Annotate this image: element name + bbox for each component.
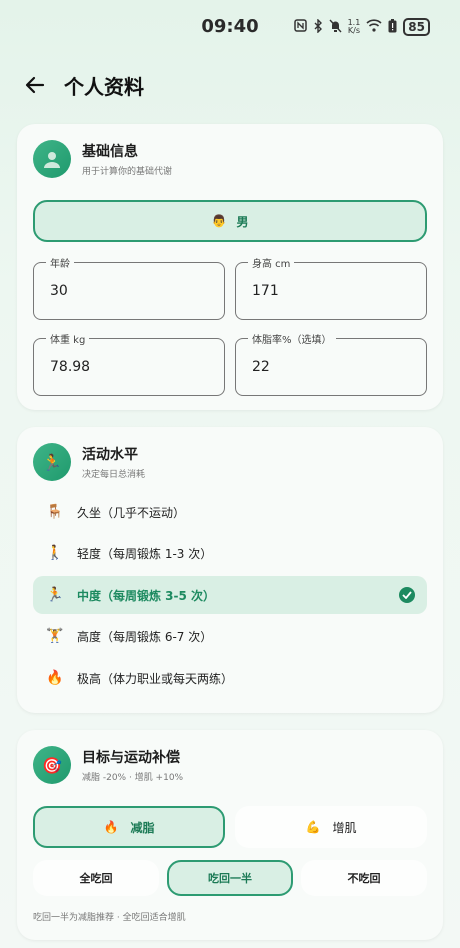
basic-info-title: 基础信息 (82, 144, 138, 160)
goal-option-label: 增肌 (332, 820, 357, 835)
age-field[interactable]: 年龄 30 (33, 255, 225, 320)
goal-note: 吃回一半为减脂推荐 · 全吃回适合增肌 (33, 913, 186, 923)
page-title: 个人资料 (64, 74, 144, 99)
height-value: 171 (252, 283, 279, 299)
basic-info-subtitle: 用于计算你的基础代谢 (82, 167, 173, 177)
network-speed: 1.1 K/s (347, 18, 361, 35)
back-button[interactable] (20, 70, 50, 100)
eat-back-all-button[interactable]: 全吃回 (33, 860, 159, 896)
target-icon: 🎯 (33, 746, 71, 784)
check-icon (399, 587, 415, 603)
activity-option-high[interactable]: 🏋 高度（每周锻炼 6-7 次） (33, 617, 427, 655)
battery-alert-icon (388, 18, 397, 36)
mute-bell-icon (329, 19, 342, 36)
goal-muscle-gain-button[interactable]: 💪 增肌 (235, 806, 427, 848)
basic-info-card: 基础信息 用于计算你的基础代谢 👨 男 年龄 30 身高 cm 171 体重 k… (17, 124, 443, 410)
goal-header: 🎯 目标与运动补偿 减脂 -20% · 增肌 +10% (33, 746, 183, 784)
activity-option-light[interactable]: 🚶 轻度（每周锻炼 1-3 次） (33, 534, 427, 572)
battery-level: 85 (403, 18, 430, 36)
person-icon (33, 140, 71, 178)
gender-label: 男 (236, 214, 249, 229)
basic-info-header: 基础信息 用于计算你的基础代谢 (33, 140, 172, 178)
weightlifting-icon: 🏋 (46, 628, 64, 644)
activity-option-label: 高度（每周锻炼 6-7 次） (77, 629, 213, 644)
activity-option-label: 久坐（几乎不运动） (77, 505, 186, 520)
eat-back-half-button[interactable]: 吃回一半 (167, 860, 293, 896)
male-face-icon: 👨 (211, 214, 227, 228)
gender-toggle-button[interactable]: 👨 男 (33, 200, 427, 242)
age-value: 30 (50, 283, 68, 299)
activity-subtitle: 决定每日总消耗 (82, 470, 146, 480)
activity-header: 🏃 活动水平 决定每日总消耗 (33, 443, 145, 481)
flexed-arm-icon: 💪 (305, 820, 321, 834)
goal-title: 目标与运动补偿 (82, 750, 180, 766)
chair-icon: 🪑 (46, 504, 64, 520)
status-bar: 09:40 1.1 K/s 85 (0, 0, 460, 52)
weight-field[interactable]: 体重 kg 78.98 (33, 331, 225, 396)
weight-label: 体重 kg (46, 331, 90, 346)
height-label: 身高 cm (248, 255, 295, 270)
activity-option-sedentary[interactable]: 🪑 久坐（几乎不运动） (33, 493, 427, 531)
nfc-icon (293, 19, 307, 35)
fire-icon: 🔥 (46, 670, 64, 686)
bodyfat-field[interactable]: 体脂率%（选填） 22 (235, 331, 427, 396)
app-bar: 个人资料 (20, 70, 144, 100)
height-field[interactable]: 身高 cm 171 (235, 255, 427, 320)
goal-subtitle: 减脂 -20% · 增肌 +10% (82, 773, 184, 783)
wifi-icon (366, 19, 382, 35)
eat-back-none-button[interactable]: 不吃回 (301, 860, 427, 896)
activity-option-label: 中度（每周锻炼 3-5 次） (77, 588, 216, 603)
walking-icon: 🚶 (46, 545, 64, 561)
weight-value: 78.98 (50, 359, 91, 375)
arrow-left-icon (25, 76, 45, 94)
goal-option-label: 减脂 (130, 820, 155, 835)
bodyfat-value: 22 (252, 359, 270, 375)
age-label: 年龄 (46, 255, 74, 270)
bluetooth-icon (313, 17, 323, 36)
bodyfat-label: 体脂率%（选填） (248, 331, 336, 346)
activity-option-label: 极高（体力职业或每天两练） (77, 671, 234, 686)
fire-icon: 🔥 (103, 820, 119, 834)
goal-fat-loss-button[interactable]: 🔥 减脂 (33, 806, 225, 848)
activity-option-extreme[interactable]: 🔥 极高（体力职业或每天两练） (33, 659, 427, 697)
activity-option-label: 轻度（每周锻炼 1-3 次） (77, 546, 213, 561)
status-icons: 1.1 K/s 85 (293, 17, 430, 36)
activity-level-card: 🏃 活动水平 决定每日总消耗 🪑 久坐（几乎不运动） 🚶 轻度（每周锻炼 1-3… (17, 427, 443, 713)
goal-card: 🎯 目标与运动补偿 减脂 -20% · 增肌 +10% 🔥 减脂 💪 增肌 全吃… (17, 730, 443, 940)
running-icon: 🏃 (46, 587, 64, 603)
activity-option-moderate[interactable]: 🏃 中度（每周锻炼 3-5 次） (33, 576, 427, 614)
activity-title: 活动水平 (82, 447, 138, 463)
running-icon: 🏃 (33, 443, 71, 481)
